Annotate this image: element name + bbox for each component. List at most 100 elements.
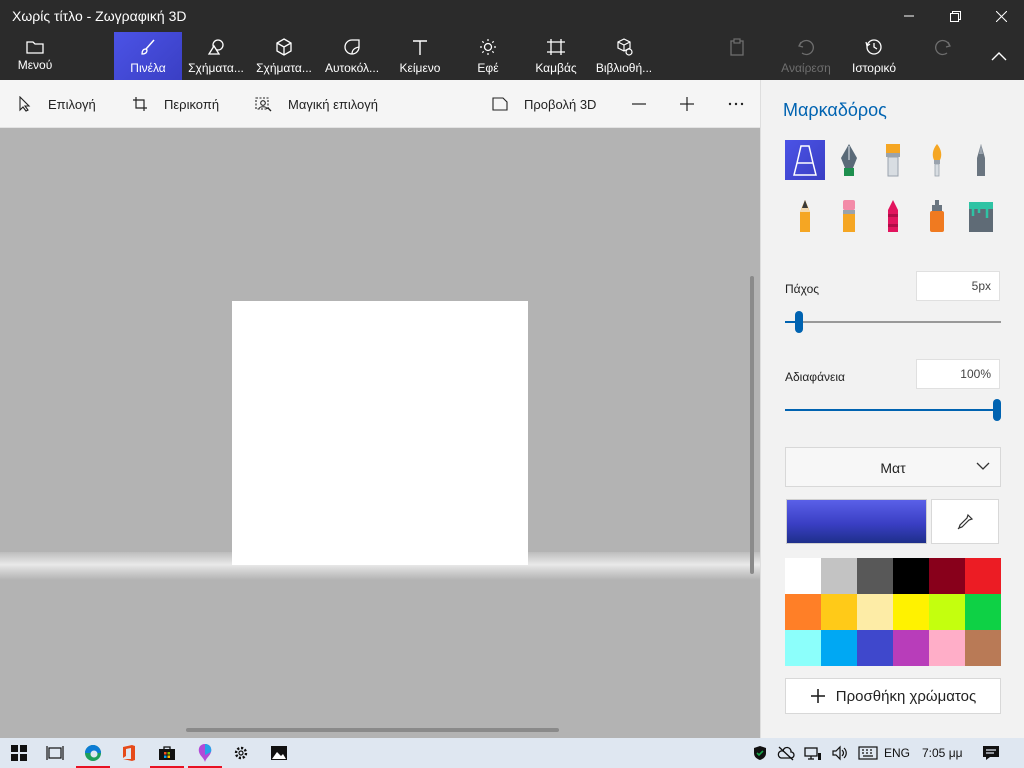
canvas-workspace[interactable]	[0, 128, 760, 738]
task-view-button[interactable]	[36, 738, 74, 768]
effects-tab[interactable]: Εφέ	[460, 32, 516, 80]
drawing-canvas[interactable]	[232, 301, 528, 565]
zoom-out-button[interactable]	[631, 80, 647, 128]
opacity-slider-thumb[interactable]	[993, 399, 1001, 421]
shapes-2d-label: Σχήματα...	[188, 61, 244, 75]
pencil-brush[interactable]	[785, 196, 825, 236]
collapse-ribbon-button[interactable]	[980, 32, 1018, 80]
history-button[interactable]: Ιστορικό	[842, 32, 906, 80]
add-color-button[interactable]: Προσθήκη χρώματος	[785, 678, 1001, 714]
finish-dropdown[interactable]: Ματ	[785, 447, 1001, 487]
more-options-button[interactable]	[727, 80, 745, 128]
color-palette	[785, 558, 1001, 666]
color-swatch[interactable]	[929, 558, 965, 594]
opacity-slider-fill	[785, 409, 997, 411]
minimize-button[interactable]	[886, 0, 932, 32]
store-taskbar-button[interactable]	[148, 738, 186, 768]
brushes-tab[interactable]: Πινέλα	[114, 32, 182, 80]
plus-icon	[810, 689, 825, 703]
cloud-offline-icon[interactable]	[777, 745, 795, 761]
minimize-icon	[904, 15, 914, 17]
network-icon[interactable]	[804, 745, 822, 761]
settings-taskbar-button[interactable]	[222, 738, 260, 768]
color-swatch[interactable]	[929, 594, 965, 630]
color-swatch[interactable]	[857, 594, 893, 630]
canvas-tab[interactable]: Καμβάς	[526, 32, 586, 80]
shapes-3d-label: Σχήματα...	[256, 61, 312, 75]
restore-button[interactable]	[932, 0, 978, 32]
2d-shapes-icon	[207, 39, 224, 55]
undo-button[interactable]: Αναίρεση	[776, 32, 836, 80]
color-swatch[interactable]	[965, 558, 1001, 594]
paint3d-taskbar-button[interactable]	[186, 738, 224, 768]
select-button[interactable]: Επιλογή	[18, 80, 96, 128]
marker-brush[interactable]	[785, 140, 825, 180]
start-button[interactable]	[0, 738, 38, 768]
zoom-in-button[interactable]	[679, 80, 695, 128]
color-swatch[interactable]	[857, 558, 893, 594]
restore-icon	[949, 10, 961, 22]
stickers-tab[interactable]: Αυτοκόλ...	[320, 32, 384, 80]
library-tab[interactable]: Βιβλιοθή...	[592, 32, 656, 80]
color-swatch[interactable]	[821, 630, 857, 666]
paste-button[interactable]	[718, 32, 756, 80]
magic-select-button[interactable]: Μαγική επιλογή	[255, 80, 378, 128]
shapes-2d-tab[interactable]: Σχήματα...	[184, 32, 248, 80]
text-tab[interactable]: Κείμενο	[390, 32, 450, 80]
color-swatch[interactable]	[785, 558, 821, 594]
color-swatch[interactable]	[785, 630, 821, 666]
volume-icon[interactable]	[831, 745, 849, 761]
crayon-brush[interactable]	[873, 196, 913, 236]
menu-button[interactable]: Μενού	[4, 32, 66, 80]
language-indicator[interactable]: ENG	[884, 738, 910, 768]
color-swatch[interactable]	[785, 594, 821, 630]
pencil-icon	[800, 200, 810, 232]
thickness-slider-thumb[interactable]	[795, 311, 804, 333]
cursor-icon	[19, 96, 31, 112]
edge-taskbar-button[interactable]	[74, 738, 112, 768]
color-swatch[interactable]	[965, 594, 1001, 630]
stickers-label: Αυτοκόλ...	[324, 61, 380, 75]
color-swatch[interactable]	[965, 630, 1001, 666]
folder-icon	[26, 41, 44, 54]
chevron-up-icon	[991, 52, 1007, 61]
eraser-brush[interactable]	[829, 196, 869, 236]
view-3d-button[interactable]: Προβολή 3D	[492, 80, 596, 128]
brushes-label: Πινέλα	[130, 61, 166, 75]
pixel-pen-brush[interactable]	[961, 140, 1001, 180]
color-swatch[interactable]	[893, 630, 929, 666]
eyedropper-button[interactable]	[931, 499, 999, 544]
shapes-3d-tab[interactable]: Σχήματα...	[252, 32, 316, 80]
horizontal-scrollbar[interactable]	[186, 728, 559, 732]
thickness-input[interactable]: 5px	[916, 271, 1000, 301]
photos-taskbar-button[interactable]	[260, 738, 298, 768]
office-taskbar-button[interactable]	[110, 738, 148, 768]
sun-icon	[480, 39, 496, 55]
thickness-slider-track[interactable]	[785, 321, 1001, 323]
brush-icon	[141, 39, 155, 55]
fill-bucket-brush[interactable]	[961, 196, 1001, 236]
watercolor-brush[interactable]	[917, 140, 957, 180]
redo-button[interactable]	[924, 32, 962, 80]
keyboard-icon[interactable]	[858, 746, 878, 760]
action-center-button[interactable]	[972, 738, 1010, 768]
vertical-scrollbar[interactable]	[750, 276, 754, 574]
oil-brush[interactable]	[873, 140, 913, 180]
calligraphy-pen-brush[interactable]	[829, 140, 869, 180]
close-button[interactable]	[978, 0, 1024, 32]
color-swatch[interactable]	[857, 630, 893, 666]
color-swatch[interactable]	[893, 594, 929, 630]
opacity-input[interactable]: 100%	[916, 359, 1000, 389]
window-title: Χωρίς τίτλο - Ζωγραφική 3D	[12, 8, 187, 24]
color-swatch[interactable]	[821, 594, 857, 630]
tool-bar: Επιλογή Περικοπή Μαγική επιλογή Προβολή …	[0, 80, 760, 128]
spray-can-brush[interactable]	[917, 196, 957, 236]
color-swatch[interactable]	[893, 558, 929, 594]
color-swatch[interactable]	[929, 630, 965, 666]
defender-shield-icon[interactable]	[752, 745, 768, 761]
current-color-swatch[interactable]	[786, 499, 927, 544]
color-swatch[interactable]	[821, 558, 857, 594]
crop-button[interactable]: Περικοπή	[132, 80, 219, 128]
task-view-icon	[46, 746, 64, 760]
clock[interactable]: 7:05 μμ	[922, 738, 963, 768]
